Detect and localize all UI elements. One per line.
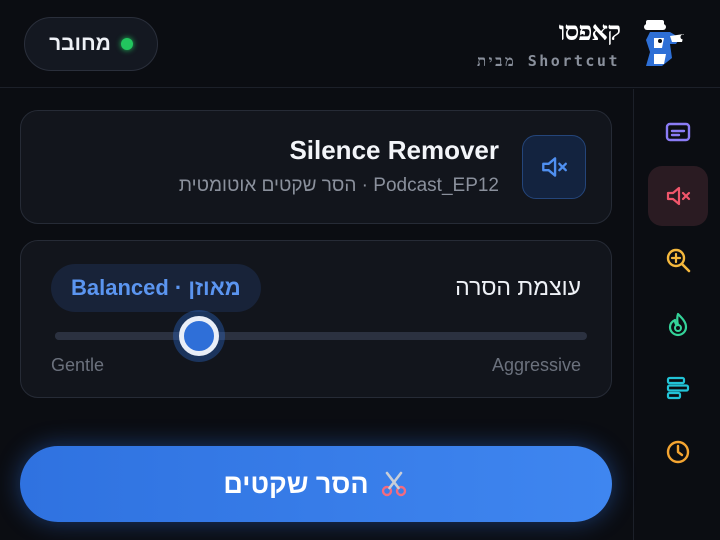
intensity-level-badge: Balanced · מאוזן: [51, 264, 261, 312]
sparkle-icon: [668, 312, 688, 337]
slider-max-label: Aggressive: [491, 355, 581, 375]
tool-subtitle: Podcast_EP12 · הסר שקטים אוטומטית: [178, 175, 499, 196]
sidebar-item-layout[interactable]: [648, 358, 708, 418]
subtitles-icon: [665, 122, 691, 142]
sidebar-item-silence-remover[interactable]: [648, 166, 708, 226]
sidebar-item-subtitles[interactable]: [648, 102, 708, 162]
intensity-card: עוצמת הסרה Balanced · מאוזן Gentle Aggre…: [20, 240, 612, 398]
intensity-slider-track[interactable]: [55, 332, 587, 340]
remove-silences-label: הסר שקטים: [223, 468, 369, 499]
remove-silences-button[interactable]: הסר שקטים: [20, 446, 612, 522]
mute-icon: [542, 157, 567, 177]
connection-status-pill[interactable]: מחובר: [24, 17, 158, 71]
brand-block: קאפסו מבית Shortcut: [477, 17, 621, 71]
sidebar: [633, 89, 720, 540]
sidebar-item-effects[interactable]: [648, 294, 708, 354]
status-indicator-dot: [120, 38, 133, 50]
sidebar-item-history[interactable]: [648, 422, 708, 482]
slider-min-label: Gentle: [51, 355, 105, 375]
tool-title: Silence Remover: [289, 135, 499, 165]
brand-subtitle: מבית Shortcut: [477, 52, 620, 70]
intensity-slider-thumb[interactable]: [178, 316, 219, 356]
clock-icon: [666, 440, 690, 464]
scissors-icon: [381, 471, 406, 497]
tool-icon-box: [522, 135, 586, 199]
sidebar-item-zoom[interactable]: [648, 230, 708, 290]
brand-logo: קאפסו: [558, 17, 621, 47]
mute-icon: [666, 186, 691, 206]
layout-bars-icon: [666, 376, 690, 400]
intensity-slider-fill: [55, 332, 199, 340]
mascot-logo-icon: [644, 20, 686, 66]
zoom-in-icon: [666, 248, 691, 273]
app-root: מחובר קאפסו מבית Shortcut Silence Remove…: [0, 0, 720, 540]
intensity-label: עוצמת הסרה: [455, 274, 581, 300]
connection-status-text: מחובר: [49, 32, 111, 55]
header: מחובר קאפסו מבית Shortcut: [0, 0, 720, 88]
tool-info-card: Silence Remover Podcast_EP12 · הסר שקטים…: [20, 110, 612, 224]
